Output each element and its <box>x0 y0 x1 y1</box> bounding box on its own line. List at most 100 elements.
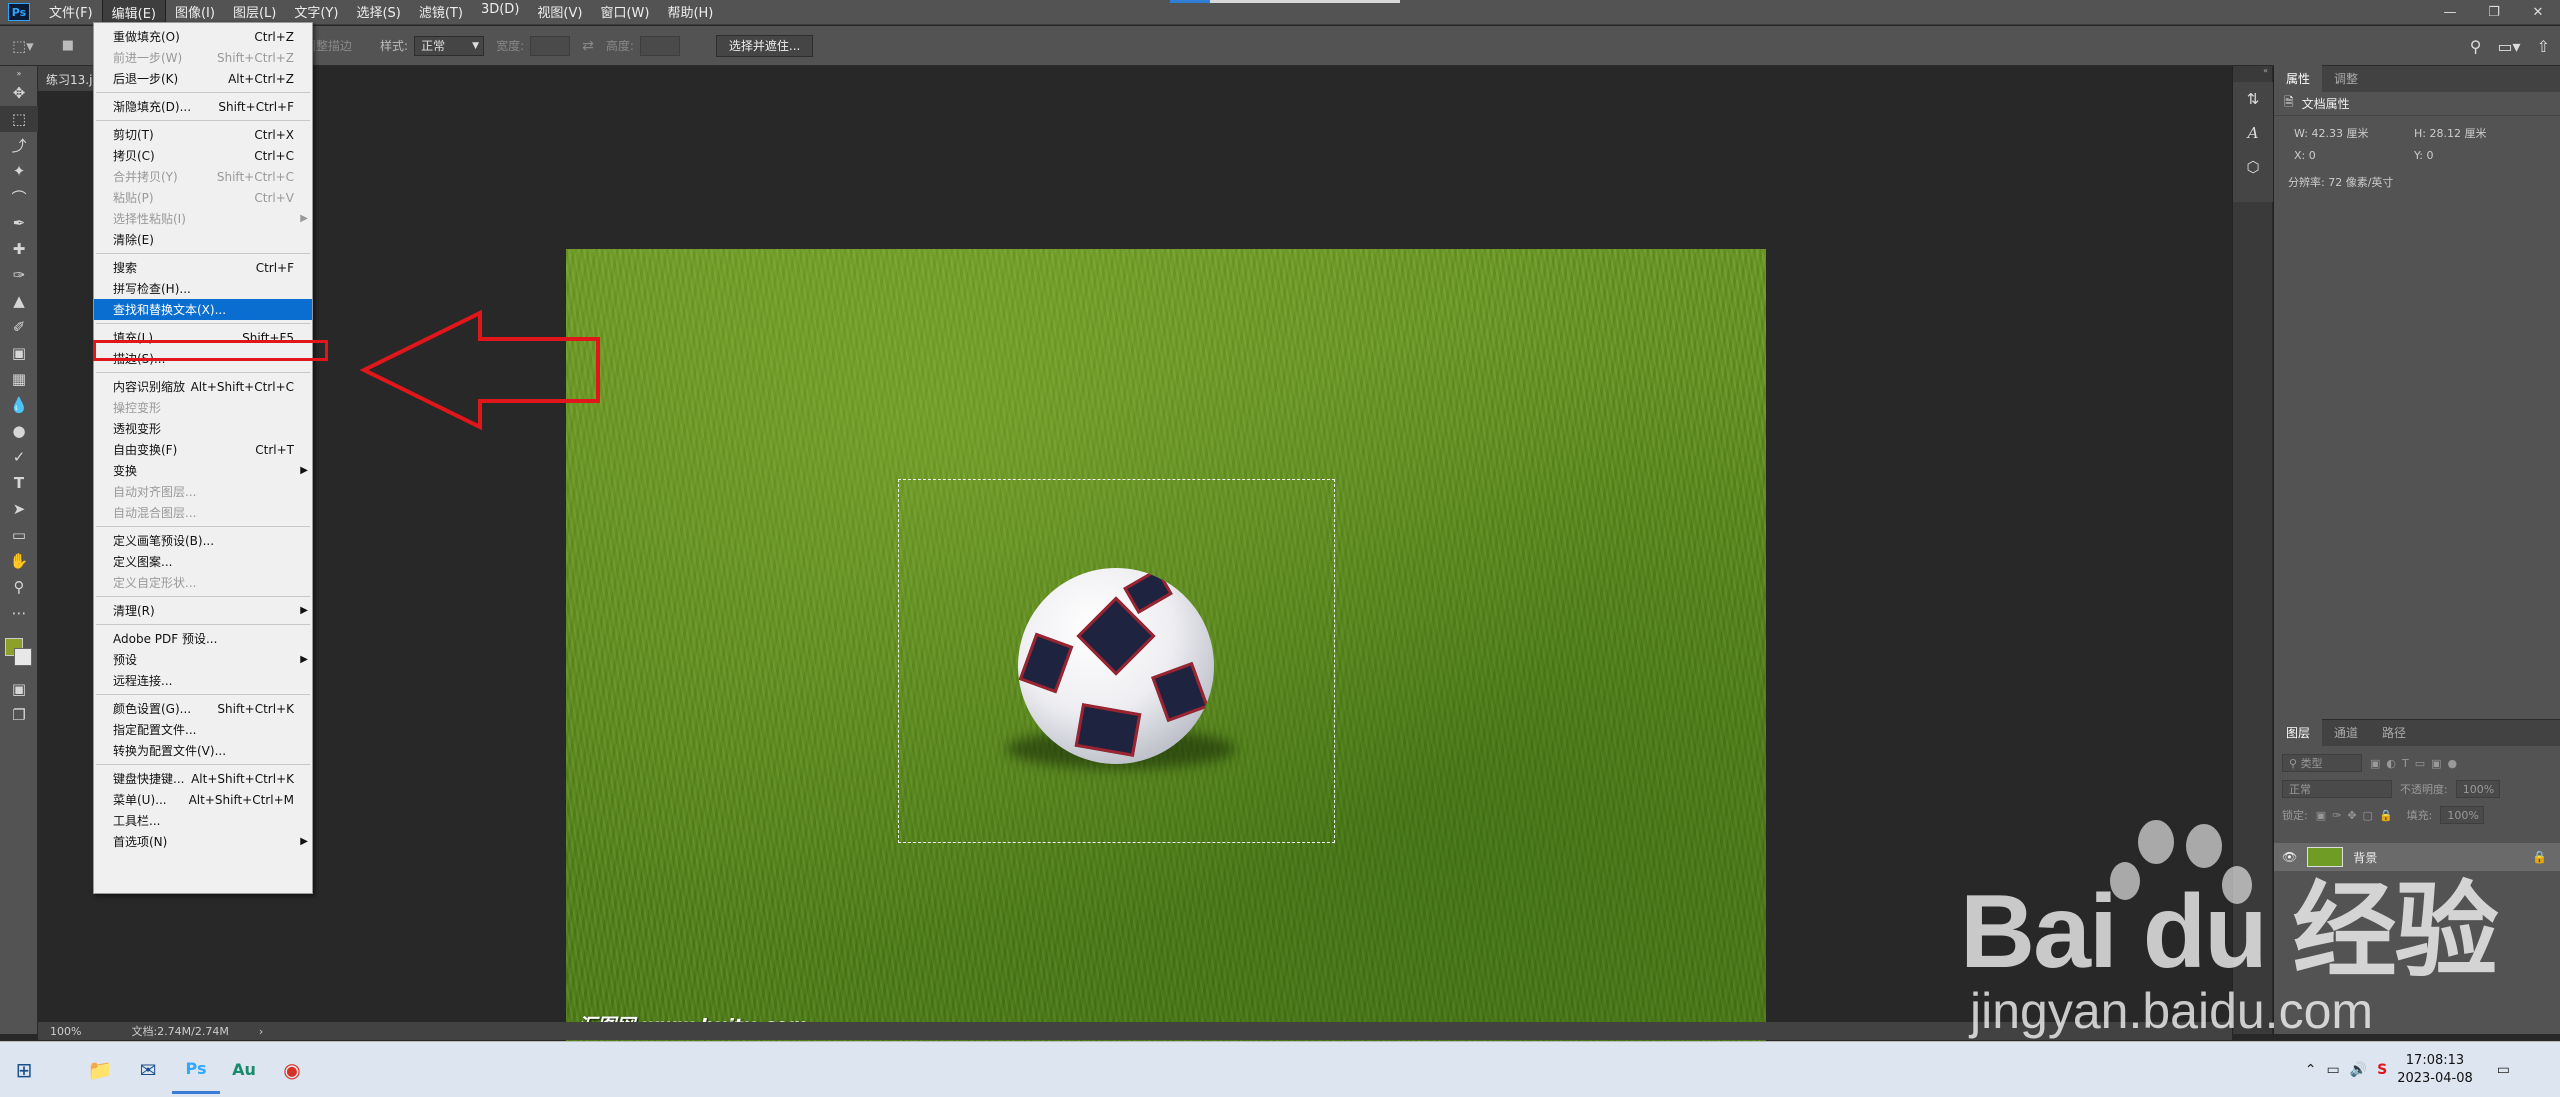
ime-icon[interactable]: S <box>2377 1062 2387 1078</box>
eyedropper-icon[interactable]: ✒ <box>0 210 38 236</box>
swap-icon[interactable]: ⇄ <box>582 38 594 54</box>
minimize-icon[interactable]: — <box>2428 0 2472 25</box>
menu-item[interactable]: 帮助(H) <box>658 0 722 26</box>
edit-menu-item[interactable]: 渐隐填充(D)... Shift+Ctrl+F <box>94 96 312 117</box>
chrome-icon[interactable]: ◉ <box>268 1046 316 1094</box>
filter-icons[interactable]: ▣◐T▭▣● <box>2370 757 2463 770</box>
tab-adjustments[interactable]: 调整 <box>2322 65 2370 92</box>
brush-icon[interactable]: ✑ <box>0 262 38 288</box>
pen-icon[interactable]: ✓ <box>0 444 38 470</box>
edit-menu-item[interactable]: 首选项(N) ▶ <box>94 831 312 852</box>
file-explorer-icon[interactable]: 📁 <box>76 1046 124 1094</box>
crop-icon[interactable]: ⌒ <box>0 184 38 210</box>
chevron-right-icon[interactable]: › <box>259 1025 263 1038</box>
edit-menu-item[interactable]: 指定配置文件... <box>94 719 312 740</box>
tab-paths[interactable]: 路径 <box>2370 719 2418 746</box>
menu-item[interactable]: 3D(D) <box>472 0 528 26</box>
edit-menu-item[interactable]: 自由变换(F) Ctrl+T <box>94 439 312 460</box>
dodge-icon[interactable]: ● <box>0 418 38 444</box>
edit-menu-item[interactable]: 变换 ▶ <box>94 460 312 481</box>
edit-menu-item[interactable]: 透视变形 <box>94 418 312 439</box>
healing-brush-icon[interactable]: ✚ <box>0 236 38 262</box>
3d-icon[interactable]: ⬡ <box>2233 150 2273 184</box>
edit-menu-item[interactable]: 搜索 Ctrl+F <box>94 257 312 278</box>
select-and-mask-button[interactable]: 选择并遮住... <box>715 34 814 57</box>
hand-icon[interactable]: ✋ <box>0 548 38 574</box>
edit-menu-item[interactable]: 查找和替换文本(X)... <box>94 299 312 320</box>
background-layer-row[interactable]: 👁 背景 🔒 <box>2274 843 2560 871</box>
screen-mode-icon[interactable]: ❐ <box>0 702 38 728</box>
tab-properties[interactable]: 属性 <box>2274 65 2323 92</box>
blend-mode-select[interactable]: 正常 <box>2282 780 2392 798</box>
menu-item[interactable]: 窗口(W) <box>591 0 658 26</box>
opacity-input[interactable]: 100% <box>2455 780 2500 798</box>
rectangle-shape-icon[interactable]: ▭ <box>0 522 38 548</box>
more-tools-icon[interactable]: ⋯ <box>0 600 38 626</box>
background-color-swatch[interactable] <box>14 648 32 666</box>
quick-select-icon[interactable]: ✦ <box>0 158 38 184</box>
edit-menu-item[interactable]: Adobe PDF 预设... <box>94 628 312 649</box>
edit-menu-item[interactable]: 键盘快捷键... Alt+Shift+Ctrl+K <box>94 768 312 789</box>
gradient-icon[interactable]: ▦ <box>0 366 38 392</box>
history-icon[interactable]: ⇅ <box>2233 82 2273 116</box>
layer-filter-select[interactable]: ⚲ 类型 <box>2282 754 2362 772</box>
edit-menu-item[interactable]: 剪切(T) Ctrl+X <box>94 124 312 145</box>
rectangular-marquee-icon[interactable]: ⬚ <box>0 106 38 132</box>
document-tab[interactable]: 练习13.jpg @ 100% (RGB/8#) <box>38 66 100 91</box>
collapse-icon[interactable]: « <box>2233 66 2272 76</box>
clone-stamp-icon[interactable]: ▲ <box>0 288 38 314</box>
edit-menu-item[interactable]: 定义图案... <box>94 551 312 572</box>
outlook-icon[interactable]: ✉ <box>124 1046 172 1094</box>
edit-menu-item[interactable]: 清理(R) ▶ <box>94 600 312 621</box>
eraser-icon[interactable]: ▣ <box>0 340 38 366</box>
network-icon[interactable]: ▭ <box>2326 1062 2339 1078</box>
search-icon[interactable] <box>48 1046 76 1094</box>
fill-input[interactable]: 100% <box>2440 806 2485 824</box>
edit-menu-item[interactable]: 定义画笔预设(B)... <box>94 530 312 551</box>
path-select-icon[interactable]: ➤ <box>0 496 38 522</box>
photoshop-taskbar-icon[interactable]: Ps <box>172 1046 220 1094</box>
tab-channels[interactable]: 通道 <box>2322 719 2370 746</box>
edit-menu-item[interactable]: 拼写检查(H)... <box>94 278 312 299</box>
eye-icon[interactable]: 👁 <box>2282 850 2297 864</box>
tab-layers[interactable]: 图层 <box>2274 719 2323 746</box>
history-brush-icon[interactable]: ✐ <box>0 314 38 340</box>
zoom-level[interactable]: 100% <box>50 1025 81 1038</box>
chevron-up-icon[interactable]: ⌃ <box>2305 1062 2317 1078</box>
collapse-icon[interactable]: » <box>0 66 38 80</box>
edit-menu-item[interactable]: 清除(E) <box>94 229 312 250</box>
workspace-icon[interactable]: ▭▾ <box>2497 37 2520 56</box>
audition-icon[interactable]: Au <box>220 1046 268 1094</box>
lock-icons[interactable]: ▣✑✥▢🔒 <box>2316 809 2399 822</box>
edit-menu-item[interactable]: 后退一步(K) Alt+Ctrl+Z <box>94 68 312 89</box>
edit-menu-item[interactable]: 颜色设置(G)... Shift+Ctrl+K <box>94 698 312 719</box>
edit-menu-item[interactable]: 菜单(U)... Alt+Shift+Ctrl+M <box>94 789 312 810</box>
menu-item[interactable]: 选择(S) <box>347 0 409 26</box>
quick-mask-icon[interactable]: ▣ <box>0 676 38 702</box>
edit-menu-item[interactable]: 重做填充(O) Ctrl+Z <box>94 26 312 47</box>
marquee-tool-icon[interactable]: ⬚▾ <box>12 37 34 55</box>
edit-menu-item[interactable]: 转换为配置文件(V)... <box>94 740 312 761</box>
menu-item[interactable]: 视图(V) <box>528 0 591 26</box>
clock[interactable]: 17:08:13 2023-04-08 <box>2397 1052 2473 1088</box>
width-input[interactable] <box>530 35 571 56</box>
share-icon[interactable]: ⇧ <box>2537 37 2550 56</box>
style-select[interactable]: 正常 ▼ <box>414 35 485 56</box>
restore-icon[interactable]: ❐ <box>2472 0 2516 25</box>
edit-menu-item[interactable]: 工具栏... <box>94 810 312 831</box>
search-icon[interactable]: ⚲ <box>2470 37 2482 56</box>
edit-menu-item[interactable]: 预设 ▶ <box>94 649 312 670</box>
menu-item[interactable]: 滤镜(T) <box>410 0 472 26</box>
type-tool-icon[interactable]: T <box>0 470 38 496</box>
zoom-icon[interactable]: ⚲ <box>0 574 38 600</box>
new-selection-icon[interactable]: ■ <box>62 38 74 53</box>
blur-icon[interactable]: 💧 <box>0 392 38 418</box>
edit-menu-item[interactable]: 远程连接... <box>94 670 312 691</box>
volume-icon[interactable]: 🔊 <box>2350 1062 2367 1078</box>
move-tool-icon[interactable]: ✥ <box>0 80 38 106</box>
edit-menu-item[interactable]: 拷贝(C) Ctrl+C <box>94 145 312 166</box>
close-icon[interactable]: ✕ <box>2516 0 2560 25</box>
windows-start-icon[interactable]: ⊞ <box>0 1046 48 1094</box>
edit-menu-item[interactable]: 内容识别缩放 Alt+Shift+Ctrl+C <box>94 376 312 397</box>
character-icon[interactable]: A <box>2233 116 2273 150</box>
